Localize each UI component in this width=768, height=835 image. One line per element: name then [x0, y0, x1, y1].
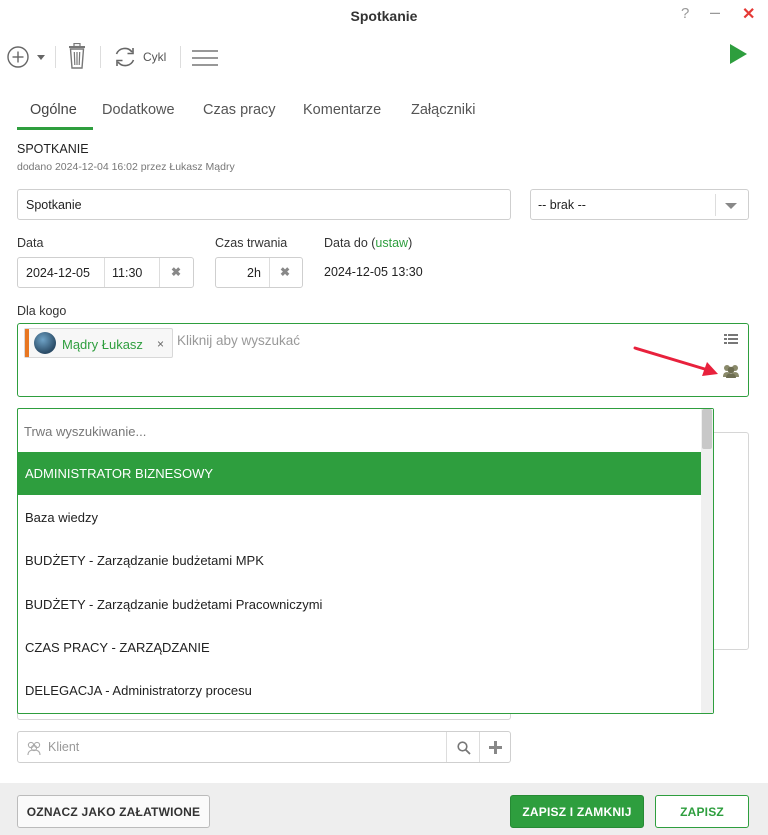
dropdown-scrollbar[interactable]	[701, 409, 713, 713]
delete-button[interactable]	[66, 43, 90, 71]
window-title: Spotkanie	[350, 8, 418, 24]
chevron-down-icon	[725, 203, 737, 209]
list-item[interactable]: ADMINISTRATOR BIZNESOWY	[18, 452, 701, 495]
menu-button[interactable]	[191, 49, 219, 67]
close-button[interactable]: ✕	[742, 4, 755, 24]
trash-icon	[69, 43, 85, 69]
add-button[interactable]	[6, 45, 54, 69]
date-to-value: 2024-12-05 13:30	[324, 265, 423, 279]
select-divider	[715, 194, 716, 216]
list-item[interactable]: Baza wiedzy	[18, 496, 701, 539]
mark-done-button[interactable]: OZNACZ JAKO ZAŁATWIONE	[17, 795, 210, 828]
active-tab-indicator	[17, 127, 93, 130]
client-icon	[27, 741, 41, 756]
list-item[interactable]: DELEGACJA - Administratorzy procesu	[18, 669, 701, 712]
dropdown-scroll-thumb[interactable]	[702, 409, 712, 449]
clear-date-icon[interactable]: ✖	[171, 265, 181, 279]
plus-circle-icon	[7, 46, 45, 68]
toolbar-divider	[180, 46, 181, 68]
add-client-icon[interactable]	[489, 741, 502, 754]
date-to-label: Data do (ustaw)	[324, 236, 413, 250]
run-icon[interactable]	[730, 44, 747, 64]
refresh-icon	[115, 47, 135, 67]
subject-value: Spotkanie	[26, 198, 82, 212]
duration-input[interactable]: 2h ✖	[215, 257, 303, 288]
chip-color-bar	[25, 329, 29, 357]
category-value: -- brak --	[538, 198, 586, 212]
title-bar: Spotkanie ? – ✕	[0, 0, 768, 32]
date-time-input[interactable]: 2024-12-05 11:30 ✖	[17, 257, 194, 288]
list-item[interactable]: CZAS PRACY - ZARZĄDZANIE	[18, 626, 701, 669]
tab-bar: Ogólne Dodatkowe Czas pracy Komentarze Z…	[0, 96, 768, 130]
tab-work-time[interactable]: Czas pracy	[203, 102, 276, 118]
remove-person-icon[interactable]: ×	[157, 337, 164, 351]
cycle-button[interactable]: Cykl	[112, 44, 166, 70]
client-field[interactable]: Klient	[17, 731, 511, 763]
minimize-button[interactable]: –	[710, 2, 720, 23]
help-button[interactable]: ?	[681, 5, 689, 22]
tab-attachments[interactable]: Załączniki	[411, 102, 475, 118]
time-value: 11:30	[112, 266, 143, 280]
list-item[interactable]: BUDŻETY - Zarządzanie budżetami Pracowni…	[18, 583, 701, 626]
dropdown-searching-text: Trwa wyszukiwanie...	[24, 424, 147, 439]
groups-icon[interactable]	[722, 364, 740, 378]
person-name: Mądry Łukasz	[62, 337, 143, 352]
person-search-placeholder[interactable]: Kliknij aby wyszukać	[177, 333, 300, 348]
tab-general[interactable]: Ogólne	[30, 102, 77, 118]
toolbar-divider	[100, 46, 101, 68]
save-button[interactable]: ZAPISZ	[655, 795, 749, 828]
cycle-label: Cykl	[143, 50, 167, 64]
tab-comments[interactable]: Komentarze	[303, 102, 381, 118]
tab-additional[interactable]: Dodatkowe	[102, 102, 175, 118]
set-date-link[interactable]: ustaw	[375, 236, 408, 250]
date-value: 2024-12-05	[26, 266, 90, 280]
search-icon[interactable]	[457, 741, 471, 755]
duration-label: Czas trwania	[215, 236, 288, 250]
hamburger-icon	[192, 50, 218, 66]
client-placeholder: Klient	[48, 740, 80, 754]
category-select[interactable]: -- brak --	[530, 189, 749, 220]
avatar	[34, 332, 56, 354]
record-type-title: SPOTKANIE	[17, 142, 89, 156]
toolbar-divider	[55, 46, 56, 68]
added-info: dodano 2024-12-04 16:02 przez Łukasz Mąd…	[17, 161, 235, 173]
for-who-label: Dla kogo	[17, 304, 67, 318]
list-icon[interactable]	[724, 334, 738, 346]
list-item[interactable]: BUDŻETY - Zarządzanie budżetami MPK	[18, 539, 701, 582]
annotation-arrow-icon	[633, 346, 718, 376]
save-close-button[interactable]: ZAPISZ I ZAMKNIJ	[510, 795, 644, 828]
date-label: Data	[17, 236, 44, 250]
subject-input[interactable]: Spotkanie	[17, 189, 511, 220]
duration-value: 2h	[247, 266, 261, 280]
clear-duration-icon[interactable]: ✖	[280, 265, 290, 279]
